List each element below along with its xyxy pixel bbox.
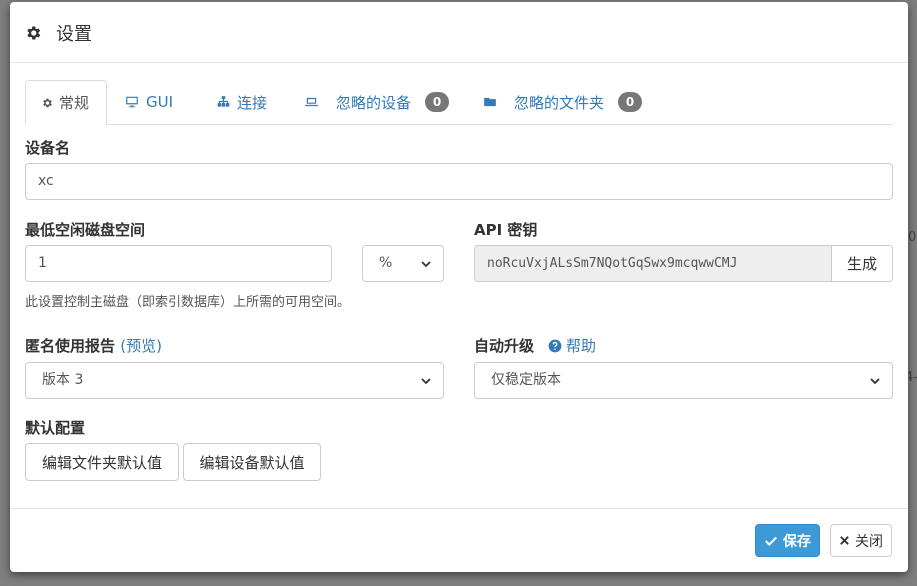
device-name-label: 设备名 (25, 139, 71, 157)
usage-report-value: 版本 3 (42, 372, 84, 388)
gear-icon (27, 26, 41, 40)
generate-api-key-button[interactable]: 生成 (831, 245, 893, 282)
min-disk-unit-select[interactable]: % (362, 245, 444, 282)
save-button[interactable]: 保存 (755, 524, 820, 557)
usage-report-label: 匿名使用报告 (预览) (25, 335, 162, 356)
help-link[interactable]: 帮助 (548, 335, 596, 356)
folder-icon (484, 97, 496, 107)
auto-upgrade-label: 自动升级 帮助 (474, 335, 596, 356)
help-link-text: 帮助 (566, 337, 597, 355)
footer-divider (10, 508, 908, 509)
auto-upgrade-select[interactable]: 仅稳定版本 (474, 362, 893, 399)
check-icon (765, 536, 777, 546)
auto-upgrade-value: 仅稳定版本 (491, 372, 561, 388)
ignored-folders-count-badge: 0 (618, 92, 643, 112)
min-disk-space-label: 最低空闲磁盘空间 (25, 221, 146, 239)
close-button[interactable]: 关闭 (830, 524, 892, 557)
min-disk-help-text: 此设置控制主磁盘（即索引数据库）上所需的可用空间。 (25, 295, 351, 310)
save-button-label: 保存 (783, 533, 811, 550)
chevron-down-icon (421, 377, 431, 384)
dialog-title-text: 设置 (56, 24, 92, 45)
laptop-icon (305, 97, 318, 107)
min-disk-unit-value: % (379, 255, 393, 271)
dialog-header: 设置 (10, 2, 908, 63)
usage-report-select[interactable]: 版本 3 (25, 362, 444, 399)
tab-connections[interactable]: 连接 (201, 80, 282, 124)
gear-icon (43, 98, 52, 107)
chevron-down-icon (870, 377, 880, 384)
tab-ignored-devices[interactable]: 忽略的设备 0 (288, 80, 464, 124)
question-circle-icon (548, 339, 562, 352)
tab-label: 忽略的设备 (336, 93, 412, 112)
api-key-label: API 密钥 (474, 221, 538, 239)
tab-gui[interactable]: GUI (109, 80, 188, 124)
tab-ignored-folders[interactable]: 忽略的文件夹 0 (467, 80, 657, 124)
tab-label: 忽略的文件夹 (514, 93, 605, 112)
min-disk-space-input[interactable]: 1 (25, 245, 332, 282)
default-config-label: 默认配置 (25, 419, 86, 437)
usage-report-preview-close: ) (156, 337, 162, 355)
chevron-down-icon (421, 260, 431, 267)
api-key-field[interactable]: noRcuVxjALsSm7NQotGqSwx9mcqwwCMJ (474, 245, 832, 282)
usage-report-preview-link[interactable]: 预览 (126, 337, 156, 355)
close-icon (840, 536, 849, 545)
settings-dialog: 设置 常规 GUI 连接 忽略的设备 0 忽略的文件夹 0 设备名 xc 最低空… (10, 2, 908, 572)
tab-label: 常规 (59, 94, 90, 112)
auto-upgrade-label-text: 自动升级 (474, 337, 535, 355)
device-name-input[interactable]: xc (25, 163, 893, 200)
desktop-icon (126, 96, 138, 108)
dialog-title: 设置 (24, 20, 92, 46)
sitemap-icon (217, 96, 230, 107)
edit-folder-defaults-button[interactable]: 编辑文件夹默认值 (25, 443, 179, 481)
tab-label: 连接 (237, 93, 268, 112)
settings-tabs: 常规 GUI 连接 忽略的设备 0 忽略的文件夹 0 (25, 80, 893, 125)
close-button-label: 关闭 (855, 533, 883, 550)
tab-general[interactable]: 常规 (25, 80, 107, 125)
ignored-devices-count-badge: 0 (425, 92, 450, 112)
usage-report-label-text: 匿名使用报告 (25, 337, 116, 355)
background-fragment: 0 (908, 230, 917, 245)
tab-label: GUI (146, 93, 174, 111)
edit-device-defaults-button[interactable]: 编辑设备默认值 (183, 443, 321, 481)
